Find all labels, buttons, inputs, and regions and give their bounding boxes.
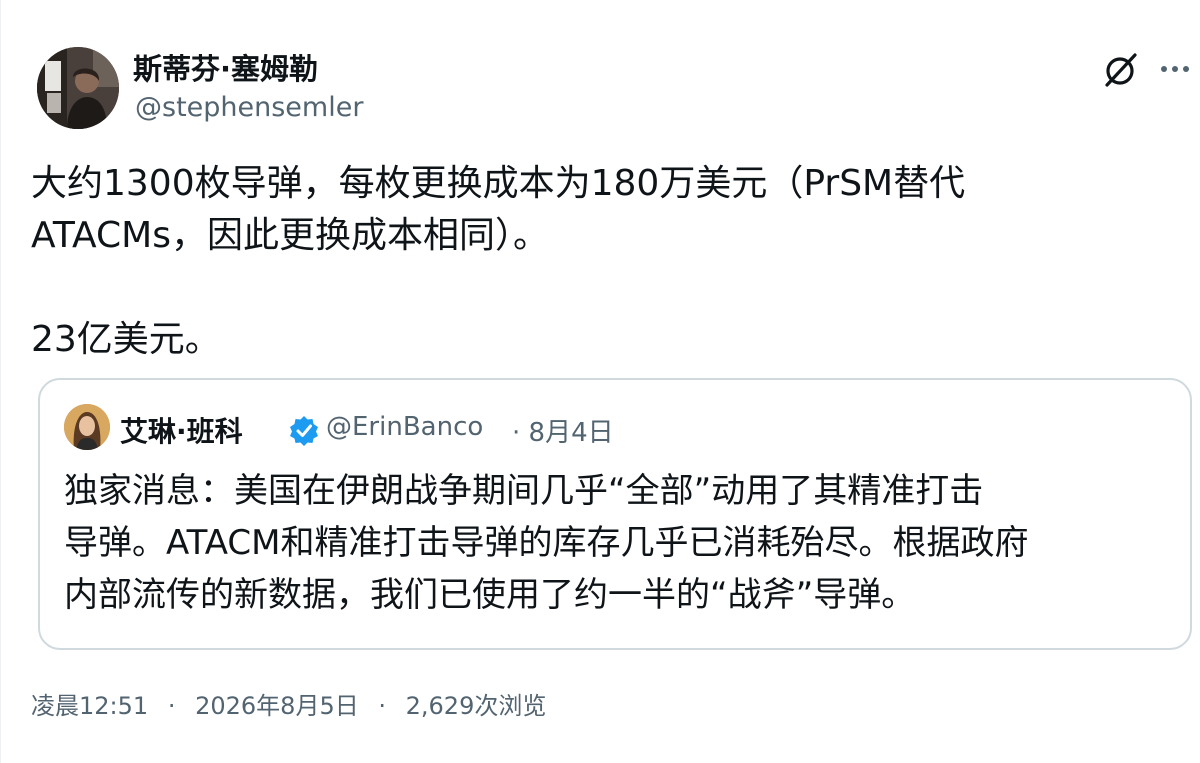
grok-icon[interactable] [1101, 50, 1141, 90]
tweet-text-line: ATACMs，因此更换成本相同）。 [31, 215, 549, 256]
separator-dot: · [167, 692, 176, 720]
tweet-text-line: 大约1300枚导弹，每枚更换成本为180万美元（PrSM替代 [31, 163, 966, 204]
quoted-tweet-date[interactable]: · 8月4日 [512, 412, 614, 449]
more-options-icon[interactable] [1158, 52, 1192, 86]
tweet-date[interactable]: 2026年8月5日 [195, 692, 359, 720]
tweet-text-line: 23亿美元。 [31, 319, 221, 360]
quoted-tweet-text: 独家消息：美国在伊朗战争期间几乎“全部”动用了其精准打击 导弹。ATACM和精准… [64, 465, 1154, 621]
verified-badge-icon [288, 414, 320, 446]
author-name[interactable]: 斯蒂芬·塞姆勒 [133, 46, 318, 88]
separator-dot: · [378, 692, 386, 720]
tweet-meta: 凌晨12:51 · 2026年8月5日 · 2,629次浏览 [31, 686, 546, 721]
author-avatar[interactable] [37, 47, 119, 129]
quoted-text-line: 独家消息：美国在伊朗战争期间几乎“全部”动用了其精准打击 [64, 471, 984, 511]
tweet-text: 大约1300枚导弹，每枚更换成本为180万美元（PrSM替代 ATACMs，因此… [31, 158, 1171, 366]
author-avatar-photo [37, 47, 119, 129]
quoted-author-avatar[interactable] [64, 404, 110, 450]
tweet-detail: 斯蒂芬·塞姆勒 @stephensemler 大约1300枚导弹，每枚更换成本为… [0, 0, 1200, 763]
author-handle[interactable]: @stephensemler [135, 92, 363, 123]
quoted-author-avatar-photo [64, 404, 110, 450]
quoted-text-line: 内部流传的新数据，我们已使用了约一半的“战斧”导弹。 [64, 575, 916, 615]
view-count: 2,629次浏览 [405, 692, 547, 720]
quoted-text-line: 导弹。ATACM和精准打击导弹的库存几乎已消耗殆尽。根据政府 [64, 523, 1029, 563]
quoted-author-name[interactable]: 艾琳·班科 [120, 410, 243, 450]
tweet-time[interactable]: 凌晨12:51 [31, 692, 148, 720]
quoted-author-handle[interactable]: @ErinBanco [326, 412, 483, 442]
quoted-tweet[interactable]: 艾琳·班科 @ErinBanco · 8月4日 独家消息：美国在伊朗战争期间几乎… [38, 378, 1192, 650]
